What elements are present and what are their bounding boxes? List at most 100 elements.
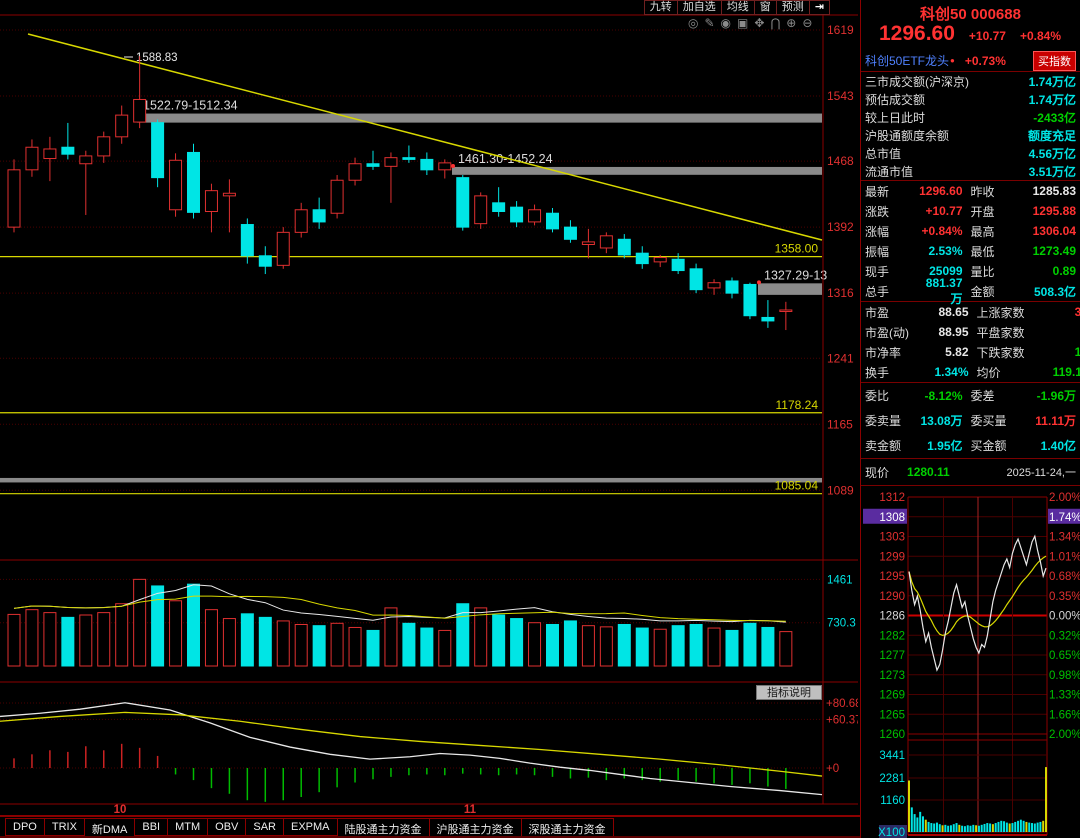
volume-bar bbox=[313, 626, 325, 666]
gap-label: 1461.30-1452.24 bbox=[458, 152, 553, 166]
price-axis-label: 1468 bbox=[827, 154, 854, 168]
intraday-left-axis-label: 1265 bbox=[879, 709, 905, 721]
etf-link[interactable]: 科创50ETF龙头 bbox=[865, 52, 949, 69]
toolbar-item-0[interactable]: 九转 bbox=[644, 0, 678, 15]
candle bbox=[582, 242, 594, 245]
intraday-right-axis-label: 1.74% bbox=[1049, 512, 1080, 524]
toolbar-item-2[interactable]: 均线 bbox=[722, 0, 755, 15]
volume-axis-label: 730.3 bbox=[827, 618, 856, 630]
candle bbox=[618, 239, 630, 255]
indicator-tab-5[interactable]: OBV bbox=[207, 818, 246, 836]
intraday-left-axis-label: 1312 bbox=[879, 492, 905, 504]
intraday-left-axis-label: 1295 bbox=[879, 571, 905, 583]
volume-bar bbox=[259, 617, 271, 666]
month-label: 10 bbox=[114, 804, 127, 815]
circle-tool-icon[interactable]: ◎ bbox=[688, 16, 698, 30]
indicator-tab-6[interactable]: SAR bbox=[245, 818, 284, 836]
etf-dot-icon: ● bbox=[950, 56, 955, 65]
candle bbox=[385, 158, 397, 167]
candle bbox=[439, 163, 451, 170]
intraday-left-axis-label: 1308 bbox=[879, 512, 905, 524]
candle bbox=[134, 99, 146, 122]
indicator-line bbox=[0, 703, 822, 795]
volume-bar bbox=[98, 613, 110, 666]
intraday-chart[interactable]: 13122.00%13081.74%13031.34%12991.01%1295… bbox=[861, 488, 1080, 838]
indicator-tabbar: DPOTRIX新DMABBIMTMOBVSAREXPMA陆股通主力资金沪股通主力… bbox=[0, 815, 860, 838]
candle bbox=[403, 158, 415, 160]
pencil-tool-icon[interactable]: ✎ bbox=[704, 16, 714, 30]
indicator-tab-7[interactable]: EXPMA bbox=[283, 818, 338, 836]
volume-bar bbox=[654, 629, 666, 666]
candle bbox=[98, 137, 110, 156]
lock-icon[interactable]: ⋂ bbox=[770, 16, 780, 30]
price-row: 1296.60 +10.77 +0.84% bbox=[861, 22, 1080, 50]
stock-title: 科创50 000688 bbox=[861, 0, 1080, 22]
candle bbox=[708, 283, 720, 288]
volume-bar bbox=[582, 626, 594, 666]
price-change-pct: +0.84% bbox=[1020, 29, 1061, 43]
candle bbox=[600, 236, 612, 248]
kline-chart[interactable]: 161915431468139213161241116510891522.79-… bbox=[0, 0, 858, 815]
indicator-axis-label: +60.37 bbox=[826, 714, 858, 726]
indicator-tab-10[interactable]: 深股通主力资金 bbox=[521, 818, 614, 838]
indicator-tab-8[interactable]: 陆股通主力资金 bbox=[337, 818, 430, 838]
intraday-right-axis-label: 0.98% bbox=[1049, 670, 1080, 682]
intraday-vol-unit-label: X100 bbox=[878, 827, 905, 838]
volume-bar bbox=[403, 623, 415, 666]
price-axis-label: 1619 bbox=[827, 23, 854, 37]
indicator-tab-4[interactable]: MTM bbox=[167, 818, 208, 836]
intraday-right-axis-label: 2.00% bbox=[1049, 492, 1080, 504]
volume-bar bbox=[62, 617, 74, 666]
intraday-left-axis-label: 1303 bbox=[879, 532, 905, 544]
stat-row: 涨幅+0.84%最高1306.04 bbox=[861, 221, 1080, 241]
candle bbox=[654, 258, 666, 262]
price-axis-label: 1089 bbox=[827, 483, 854, 497]
volume-bar bbox=[690, 624, 702, 666]
volume-bar bbox=[421, 628, 433, 666]
intraday-right-axis-label: 0.32% bbox=[1049, 630, 1080, 642]
collapse-panel-icon[interactable]: ⇥ bbox=[810, 0, 830, 15]
toolbar-item-3[interactable]: 窗 bbox=[755, 0, 777, 15]
stat-row: 卖金额1.95亿买金额1.40亿 bbox=[861, 433, 1080, 458]
market-stats-section: 三市成交额(沪深京)1.74万亿预估成交额1.74万亿较上日此时-2433亿沪股… bbox=[861, 72, 1080, 181]
stat-row: 流通市值3.51万亿 bbox=[861, 162, 1080, 180]
indicator-tab-1[interactable]: TRIX bbox=[44, 818, 85, 836]
indicator-tab-2[interactable]: 新DMA bbox=[84, 818, 135, 838]
valuation-stats-section: 市盈88.65上涨家数37市盈(动)88.95平盘家数1市净率5.82下跌家数1… bbox=[861, 302, 1080, 383]
candle bbox=[744, 284, 756, 315]
indicator-help-button[interactable]: 指标说明 bbox=[756, 685, 822, 700]
volume-bar bbox=[295, 624, 307, 666]
eraser-icon[interactable]: ▣ bbox=[737, 16, 748, 30]
high-price-label: 1588.83 bbox=[136, 52, 178, 64]
candle bbox=[295, 210, 307, 233]
candle bbox=[511, 207, 523, 222]
volume-bar bbox=[762, 627, 774, 666]
intraday-left-axis-label: 1260 bbox=[879, 729, 905, 741]
candle bbox=[636, 253, 648, 263]
candle bbox=[116, 115, 128, 137]
buy-index-button[interactable]: 买指数 bbox=[1033, 51, 1076, 71]
level-label: 1085.04 bbox=[775, 479, 819, 493]
volume-bar bbox=[636, 628, 648, 666]
volume-bar bbox=[277, 621, 289, 666]
candle bbox=[259, 256, 271, 266]
stat-row: 市盈(动)88.95平盘家数1 bbox=[861, 322, 1080, 342]
toolbar-item-1[interactable]: 加自选 bbox=[678, 0, 722, 15]
zoom-out-icon[interactable]: ⊖ bbox=[802, 16, 812, 30]
toolbar-item-4[interactable]: 预测 bbox=[777, 0, 810, 15]
indicator-tab-3[interactable]: BBI bbox=[134, 818, 168, 836]
price-axis-label: 1316 bbox=[827, 286, 854, 300]
volume-bar bbox=[726, 630, 738, 666]
hand-tool-icon[interactable]: ✥ bbox=[754, 16, 764, 30]
indicator-tab-0[interactable]: DPO bbox=[5, 818, 45, 836]
indicator-tab-9[interactable]: 沪股通主力资金 bbox=[429, 818, 522, 838]
candle bbox=[8, 170, 20, 227]
stat-row: 总手881.37万金额508.3亿 bbox=[861, 281, 1080, 301]
eye-icon[interactable]: ◉ bbox=[721, 16, 731, 30]
volume-bar bbox=[708, 628, 720, 666]
intraday-vol-axis-label: 2281 bbox=[879, 773, 905, 785]
zoom-in-icon[interactable]: ⊕ bbox=[786, 16, 796, 30]
candle bbox=[205, 191, 217, 212]
stat-row: 换手1.34%均价119.11 bbox=[861, 362, 1080, 382]
gap-zone bbox=[137, 114, 822, 123]
